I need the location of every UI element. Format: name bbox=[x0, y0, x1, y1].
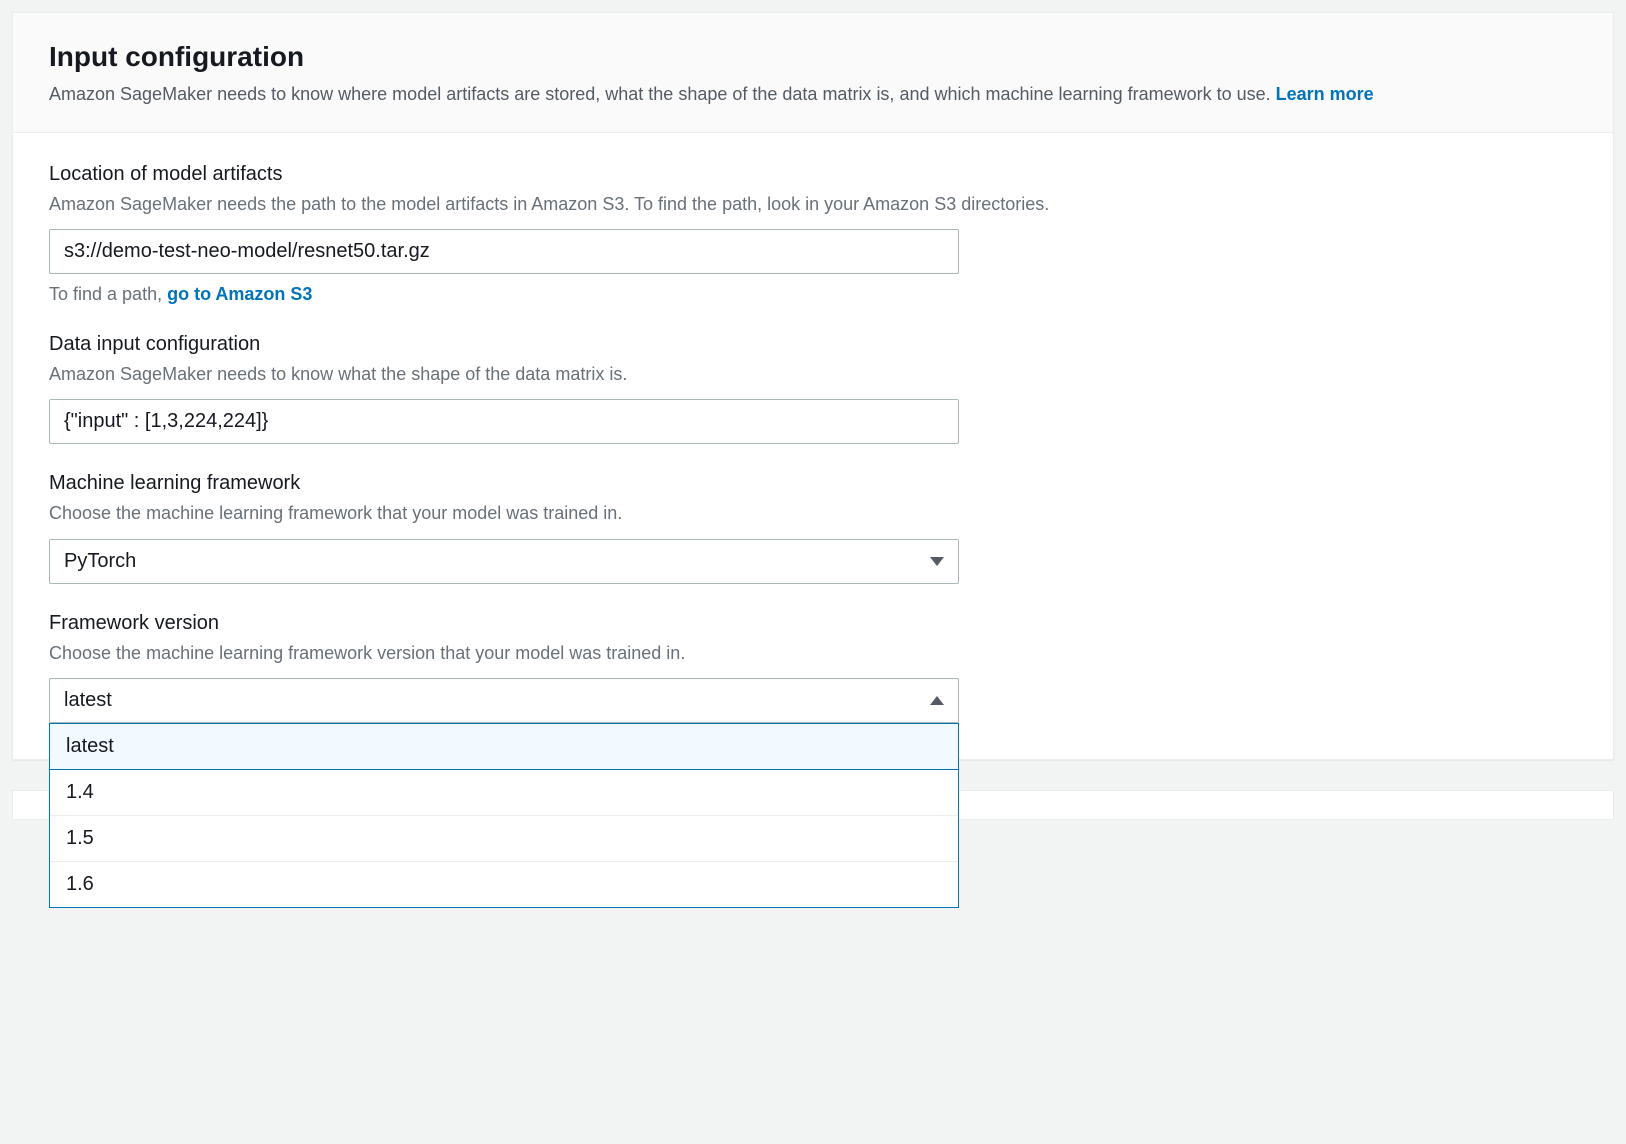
input-configuration-panel: Input configuration Amazon SageMaker nee… bbox=[12, 12, 1614, 760]
data-input-field[interactable] bbox=[49, 399, 959, 444]
version-select[interactable]: latest bbox=[49, 678, 959, 723]
artifacts-helper: To find a path, go to Amazon S3 bbox=[49, 284, 1577, 305]
panel-description: Amazon SageMaker needs to know where mod… bbox=[49, 81, 1577, 108]
artifacts-label: Location of model artifacts bbox=[49, 163, 1577, 186]
chevron-up-icon bbox=[930, 696, 944, 705]
version-dropdown-list: latest 1.4 1.5 1.6 bbox=[49, 723, 959, 908]
version-option-1-6[interactable]: 1.6 bbox=[50, 862, 958, 907]
field-artifacts: Location of model artifacts Amazon SageM… bbox=[49, 163, 1577, 305]
field-framework: Machine learning framework Choose the ma… bbox=[49, 472, 1577, 583]
version-dropdown-wrapper: latest latest 1.4 1.5 1.6 bbox=[49, 678, 959, 723]
field-data-input: Data input configuration Amazon SageMake… bbox=[49, 333, 1577, 444]
version-label: Framework version bbox=[49, 612, 1577, 635]
data-input-label: Data input configuration bbox=[49, 333, 1577, 356]
framework-select[interactable]: PyTorch bbox=[49, 539, 959, 584]
panel-title: Input configuration bbox=[49, 41, 1577, 73]
data-input-description: Amazon SageMaker needs to know what the … bbox=[49, 362, 1577, 387]
go-to-s3-link[interactable]: go to Amazon S3 bbox=[167, 284, 312, 304]
field-version: Framework version Choose the machine lea… bbox=[49, 612, 1577, 723]
framework-selected-value: PyTorch bbox=[64, 550, 136, 573]
chevron-down-icon bbox=[930, 557, 944, 566]
form-body: Location of model artifacts Amazon SageM… bbox=[13, 133, 1613, 759]
artifacts-input[interactable] bbox=[49, 229, 959, 274]
version-option-1-5[interactable]: 1.5 bbox=[50, 816, 958, 862]
version-option-latest[interactable]: latest bbox=[50, 724, 958, 770]
panel-header: Input configuration Amazon SageMaker nee… bbox=[13, 13, 1613, 133]
artifacts-description: Amazon SageMaker needs the path to the m… bbox=[49, 192, 1577, 217]
version-description: Choose the machine learning framework ve… bbox=[49, 641, 1577, 666]
version-option-1-4[interactable]: 1.4 bbox=[50, 770, 958, 816]
framework-label: Machine learning framework bbox=[49, 472, 1577, 495]
learn-more-link[interactable]: Learn more bbox=[1276, 84, 1374, 104]
version-selected-value: latest bbox=[64, 689, 112, 712]
framework-description: Choose the machine learning framework th… bbox=[49, 501, 1577, 526]
